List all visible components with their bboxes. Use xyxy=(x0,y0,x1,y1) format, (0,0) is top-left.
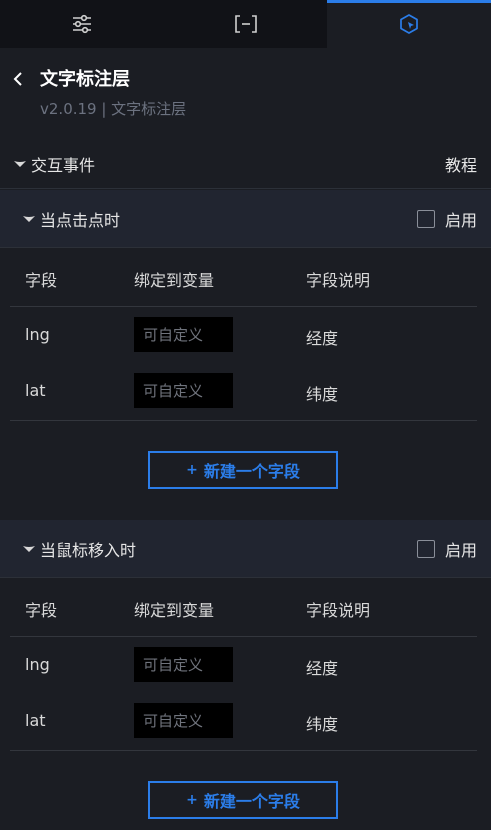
divider xyxy=(10,306,477,307)
tab-interaction[interactable] xyxy=(327,0,491,48)
back-arrow-icon[interactable] xyxy=(10,70,28,88)
event-header-hover[interactable]: 当鼠标移入时 启用 xyxy=(0,520,491,578)
enable-label: 启用 xyxy=(444,211,477,230)
field-description: 经度 xyxy=(306,329,339,348)
interaction-icon xyxy=(400,14,419,34)
enable-checkbox[interactable] xyxy=(416,540,435,558)
column-header-variable: 绑定到变量 xyxy=(134,271,215,290)
enable-toggle[interactable]: 启用 xyxy=(416,207,477,231)
panel-tabs xyxy=(0,0,491,48)
sliders-icon xyxy=(72,14,91,34)
field-name: lat xyxy=(25,711,46,730)
column-header-description: 字段说明 xyxy=(306,601,371,620)
field-name: lng xyxy=(25,325,50,344)
enable-toggle[interactable]: 启用 xyxy=(416,537,477,561)
event-header-click[interactable]: 当点击点时 启用 xyxy=(0,190,491,248)
column-header-field: 字段 xyxy=(25,271,58,290)
event-label: 当点击点时 xyxy=(40,211,121,230)
event-label: 当鼠标移入时 xyxy=(40,541,137,560)
column-header-field: 字段 xyxy=(25,601,58,620)
field-name: lat xyxy=(25,381,46,400)
plus-icon: + xyxy=(186,792,198,808)
add-field-label: 新建一个字段 xyxy=(203,792,300,811)
component-title: 文字标注层 xyxy=(40,69,130,90)
component-version: v2.0.19 | 文字标注层 xyxy=(40,100,187,118)
divider xyxy=(10,750,477,751)
variable-input[interactable] xyxy=(134,317,233,352)
add-field-label: 新建一个字段 xyxy=(203,462,300,481)
divider xyxy=(10,636,477,637)
divider xyxy=(0,577,491,578)
column-header-variable: 绑定到变量 xyxy=(134,601,215,620)
variable-input[interactable] xyxy=(134,647,233,682)
plus-icon: + xyxy=(186,462,198,478)
enable-checkbox[interactable] xyxy=(416,210,435,228)
field-description: 纬度 xyxy=(306,385,339,404)
tab-data[interactable] xyxy=(164,0,328,48)
bracket-minus-icon xyxy=(234,15,257,33)
divider xyxy=(0,247,491,248)
divider xyxy=(10,420,477,421)
enable-label: 启用 xyxy=(444,541,477,560)
tab-style[interactable] xyxy=(0,0,164,48)
variable-input[interactable] xyxy=(134,373,233,408)
interaction-section-label: 交互事件 xyxy=(31,156,96,175)
interaction-section-header[interactable]: 交互事件 教程 xyxy=(0,144,491,184)
column-header-description: 字段说明 xyxy=(306,271,371,290)
chevron-down-icon xyxy=(14,161,26,167)
chevron-down-icon xyxy=(23,546,35,552)
field-description: 纬度 xyxy=(306,715,339,734)
divider xyxy=(0,188,491,189)
chevron-down-icon xyxy=(23,216,35,222)
field-name: lng xyxy=(25,655,50,674)
field-description: 经度 xyxy=(306,659,339,678)
component-header: 文字标注层 v2.0.19 | 文字标注层 xyxy=(0,48,491,132)
tutorial-link[interactable]: 教程 xyxy=(445,152,477,176)
add-field-button[interactable]: + 新建一个字段 xyxy=(148,781,338,819)
variable-input[interactable] xyxy=(134,703,233,738)
add-field-button[interactable]: + 新建一个字段 xyxy=(148,451,338,489)
